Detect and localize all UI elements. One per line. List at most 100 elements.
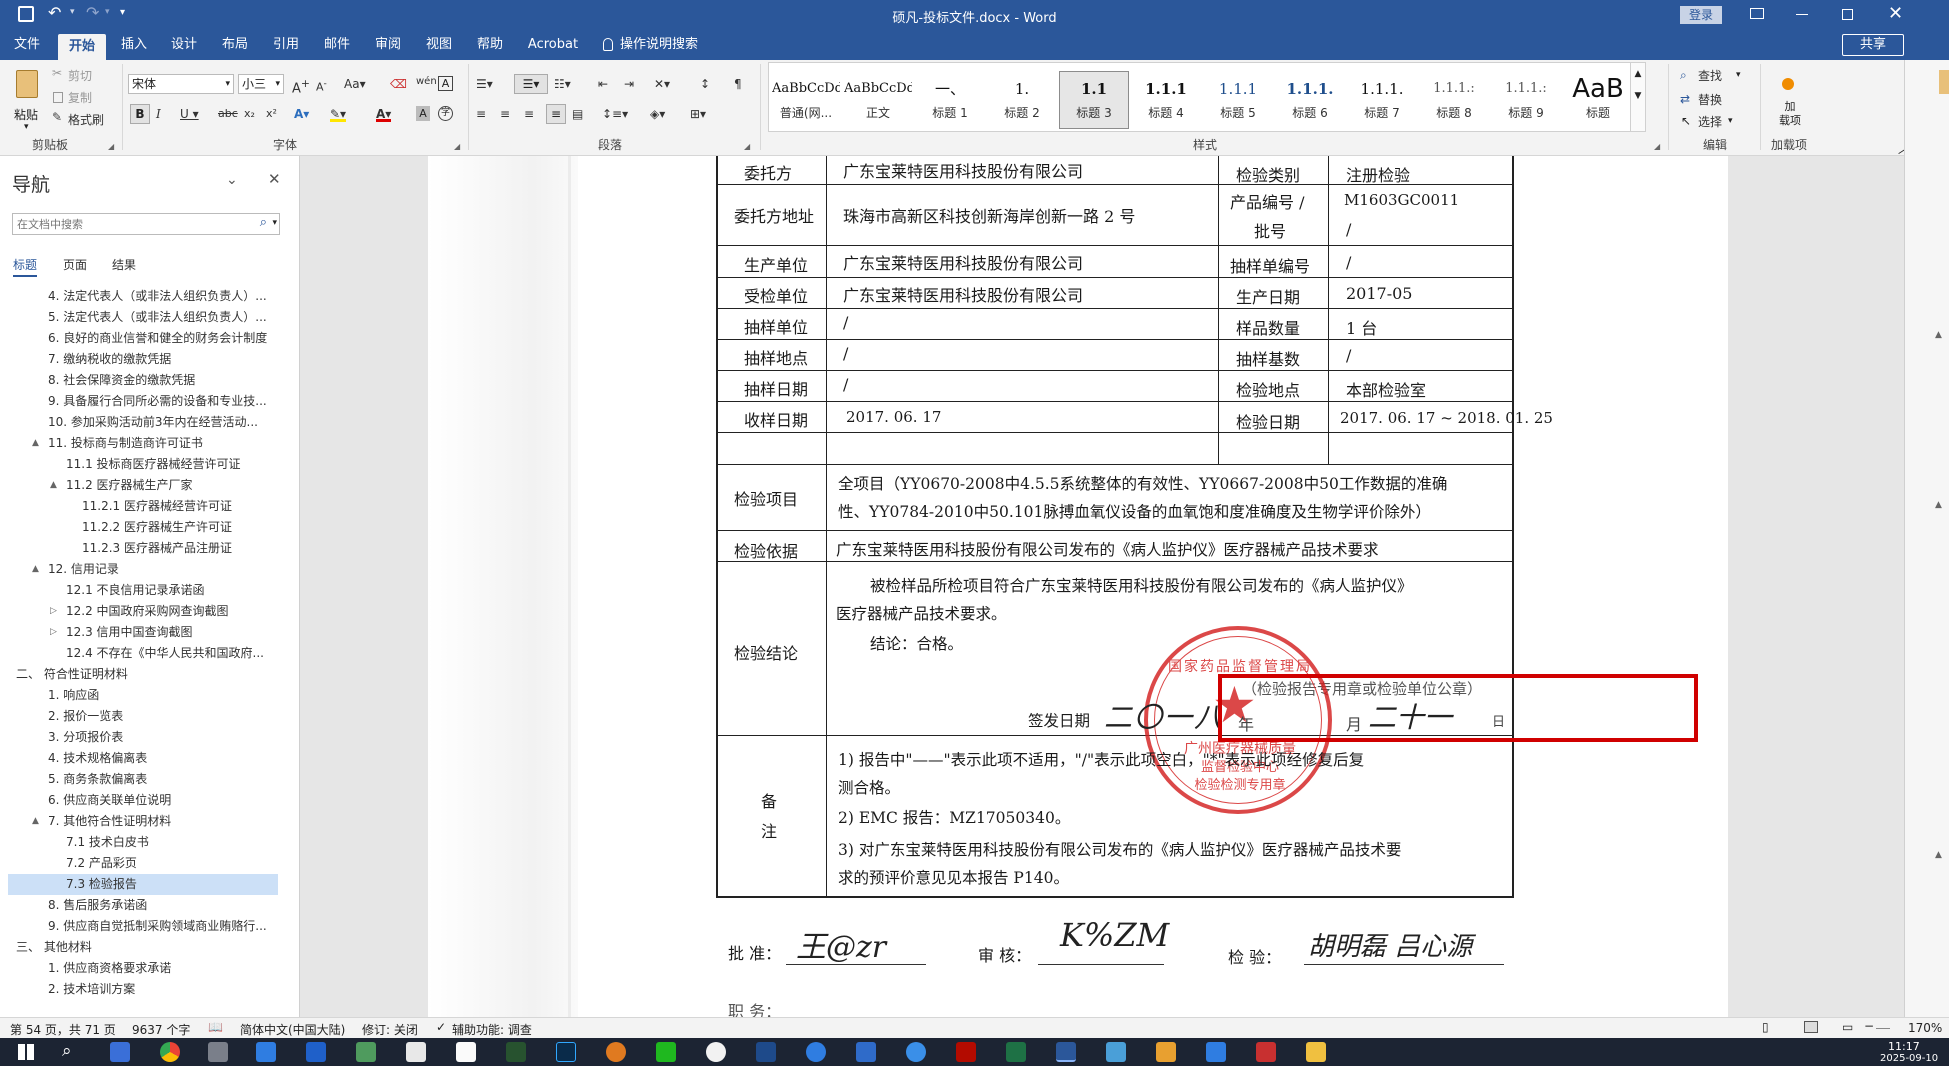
nav-heading-item[interactable]: 8. 售后服务承诺函	[8, 895, 278, 916]
chevron-down-icon[interactable]: ▾	[272, 218, 277, 228]
restore-icon[interactable]	[1842, 9, 1853, 20]
nav-heading-item[interactable]: 6. 供应商关联单位说明	[8, 790, 278, 811]
folder-icon[interactable]	[1306, 1042, 1326, 1062]
underline-icon[interactable]: U ▾	[180, 104, 199, 124]
style-heading-4[interactable]: 1.1.1 标题 4	[1131, 71, 1201, 129]
replace-button[interactable]: 替换	[1698, 90, 1722, 110]
cut-button[interactable]: 剪切	[68, 66, 92, 86]
nav-heading-item[interactable]: 12.1 不良信用记录承诺函	[8, 580, 278, 601]
nav-expand-icon[interactable]: ▲	[50, 475, 57, 496]
app-icon[interactable]	[306, 1042, 326, 1062]
word-count[interactable]: 9637 个字	[132, 1021, 190, 1038]
style-heading-9[interactable]: 1.1.1.: 标题 9	[1491, 71, 1561, 129]
align-right-icon[interactable]: ≡	[524, 104, 534, 124]
decrease-indent-icon[interactable]: ⇤	[598, 74, 608, 94]
tab-acrobat[interactable]: Acrobat	[520, 30, 586, 60]
styles-launcher-icon[interactable]: ◢	[1654, 142, 1660, 151]
track-changes-status[interactable]: 修订: 关闭	[362, 1021, 418, 1038]
clock-date[interactable]: 2025-09-10	[1880, 1053, 1938, 1064]
style-heading-8[interactable]: 1.1.1.: 标题 8	[1419, 71, 1489, 129]
nav-heading-item[interactable]: ▲ 12. 信用记录	[8, 559, 278, 580]
grow-font-icon[interactable]: A+	[292, 74, 310, 96]
tab-insert[interactable]: 插入	[112, 30, 156, 60]
nav-heading-item[interactable]: 9. 供应商自觉抵制采购领域商业贿赂行...	[8, 916, 278, 937]
font-size-select[interactable]: 小三 ▾	[238, 74, 284, 94]
select-dropdown-icon[interactable]: ▾	[1728, 116, 1733, 126]
style-heading-3[interactable]: 1.1 标题 3	[1059, 71, 1129, 129]
shrink-font-icon[interactable]: A-	[316, 74, 327, 94]
app-icon[interactable]	[806, 1042, 826, 1062]
zoom-out-icon[interactable]: −	[1864, 1019, 1874, 1033]
phonetic-guide-icon[interactable]: wén	[416, 72, 437, 92]
app-icon[interactable]	[356, 1042, 376, 1062]
char-border-icon[interactable]: A	[438, 76, 453, 91]
tab-layout[interactable]: 布局	[213, 30, 257, 60]
style-heading-2[interactable]: 1. 标题 2	[987, 71, 1057, 129]
nav-heading-item[interactable]: 11.2.1 医疗器械经营许可证	[8, 496, 278, 517]
increase-indent-icon[interactable]: ⇥	[624, 74, 634, 94]
zoom-slider[interactable]	[1876, 1028, 1890, 1029]
settings-icon[interactable]	[208, 1042, 228, 1062]
app-icon[interactable]	[1106, 1042, 1126, 1062]
char-shading-icon[interactable]: A	[416, 106, 430, 121]
minimize-icon[interactable]	[1796, 14, 1808, 15]
nav-heading-item[interactable]: 2. 技术培训方案	[8, 979, 278, 1000]
file-icon[interactable]	[456, 1042, 476, 1062]
clipboard-launcher-icon[interactable]: ◢	[108, 142, 114, 151]
nav-heading-item[interactable]: 11.2.3 医疗器械产品注册证	[8, 538, 278, 559]
format-painter-button[interactable]: 格式刷	[68, 110, 104, 130]
app-icon[interactable]	[856, 1042, 876, 1062]
subscript-icon[interactable]: x₂	[244, 104, 255, 124]
nav-heading-item[interactable]: ▲三、 其他材料	[8, 937, 278, 958]
nav-heading-item[interactable]: 7.3 检验报告	[8, 874, 278, 895]
styles-scroll[interactable]: ▲ ▼	[1630, 62, 1646, 132]
find-button[interactable]: 查找	[1698, 66, 1722, 86]
nav-close-icon[interactable]: ✕	[268, 170, 281, 188]
multilevel-list-icon[interactable]: ☷▾	[554, 74, 571, 94]
windows-start-icon[interactable]	[18, 1044, 34, 1060]
style-title[interactable]: AaB 标题	[1563, 71, 1633, 129]
app-icon[interactable]	[506, 1042, 526, 1062]
tab-references[interactable]: 引用	[264, 30, 308, 60]
nav-expand-icon[interactable]: ▷	[50, 622, 57, 643]
style-heading-1[interactable]: 一、 标题 1	[915, 71, 985, 129]
tab-home[interactable]: 开始	[58, 34, 106, 60]
app-icon[interactable]	[1256, 1042, 1276, 1062]
borders-icon[interactable]: ⊞▾	[690, 104, 706, 124]
copy-button[interactable]: 复制	[68, 88, 92, 108]
nav-heading-item[interactable]: ▲ 11.2 医疗器械生产厂家	[8, 475, 278, 496]
app-icon[interactable]	[756, 1042, 776, 1062]
align-center-icon[interactable]: ≡	[500, 104, 510, 124]
nav-tab-headings[interactable]: 标题	[13, 256, 38, 277]
style-heading-5[interactable]: 1.1.1 标题 5	[1203, 71, 1273, 129]
style-normal-web[interactable]: AaBbCcDd 普通(网...	[771, 71, 841, 129]
app-icon[interactable]	[1156, 1042, 1176, 1062]
nav-heading-item[interactable]: 4. 法定代表人（或非法人组织负责人）...	[8, 286, 278, 307]
nav-heading-item[interactable]: 3. 分项报价表	[8, 727, 278, 748]
nav-heading-item[interactable]: 10. 参加采购活动前3年内在经营活动...	[8, 412, 278, 433]
style-body[interactable]: AaBbCcDdI正文	[843, 71, 913, 129]
word-icon[interactable]	[1056, 1042, 1076, 1062]
close-icon[interactable]: ✕	[1888, 3, 1903, 24]
addins-icon[interactable]	[1782, 78, 1794, 90]
nav-heading-item[interactable]: ▲二、 符合性证明材料	[8, 664, 278, 685]
tab-file[interactable]: 文件	[4, 30, 50, 60]
nav-expand-icon[interactable]: ▲	[32, 559, 39, 580]
nav-heading-item[interactable]: 5. 商务条款偏离表	[8, 769, 278, 790]
tab-view[interactable]: 视图	[417, 30, 461, 60]
nav-heading-item[interactable]: ▲ 11. 投标商与制造商许可证书	[8, 433, 278, 454]
line-spacing-icon[interactable]: ↕≡▾	[602, 104, 628, 124]
zoom-level[interactable]: 170%	[1908, 1021, 1942, 1035]
show-marks-icon[interactable]: ¶	[734, 74, 742, 94]
language-status[interactable]: 简体中文(中国大陆)	[240, 1021, 345, 1038]
search-icon[interactable]: ⌕	[62, 1041, 72, 1061]
nav-heading-item[interactable]: 7.1 技术白皮书	[8, 832, 278, 853]
nav-heading-item[interactable]: 8. 社会保障资金的缴款凭据	[8, 370, 278, 391]
clock-time[interactable]: 11:17	[1888, 1040, 1920, 1053]
chinese-layout-icon[interactable]: ✕▾	[654, 74, 670, 94]
select-button[interactable]: 选择	[1698, 112, 1722, 132]
strikethrough-icon[interactable]: abc	[218, 104, 238, 124]
nav-heading-item[interactable]: 11.2.2 医疗器械生产许可证	[8, 517, 278, 538]
ribbon-display-options-icon[interactable]	[1750, 8, 1764, 19]
nav-heading-item[interactable]: ▲ 7. 其他符合性证明材料	[8, 811, 278, 832]
